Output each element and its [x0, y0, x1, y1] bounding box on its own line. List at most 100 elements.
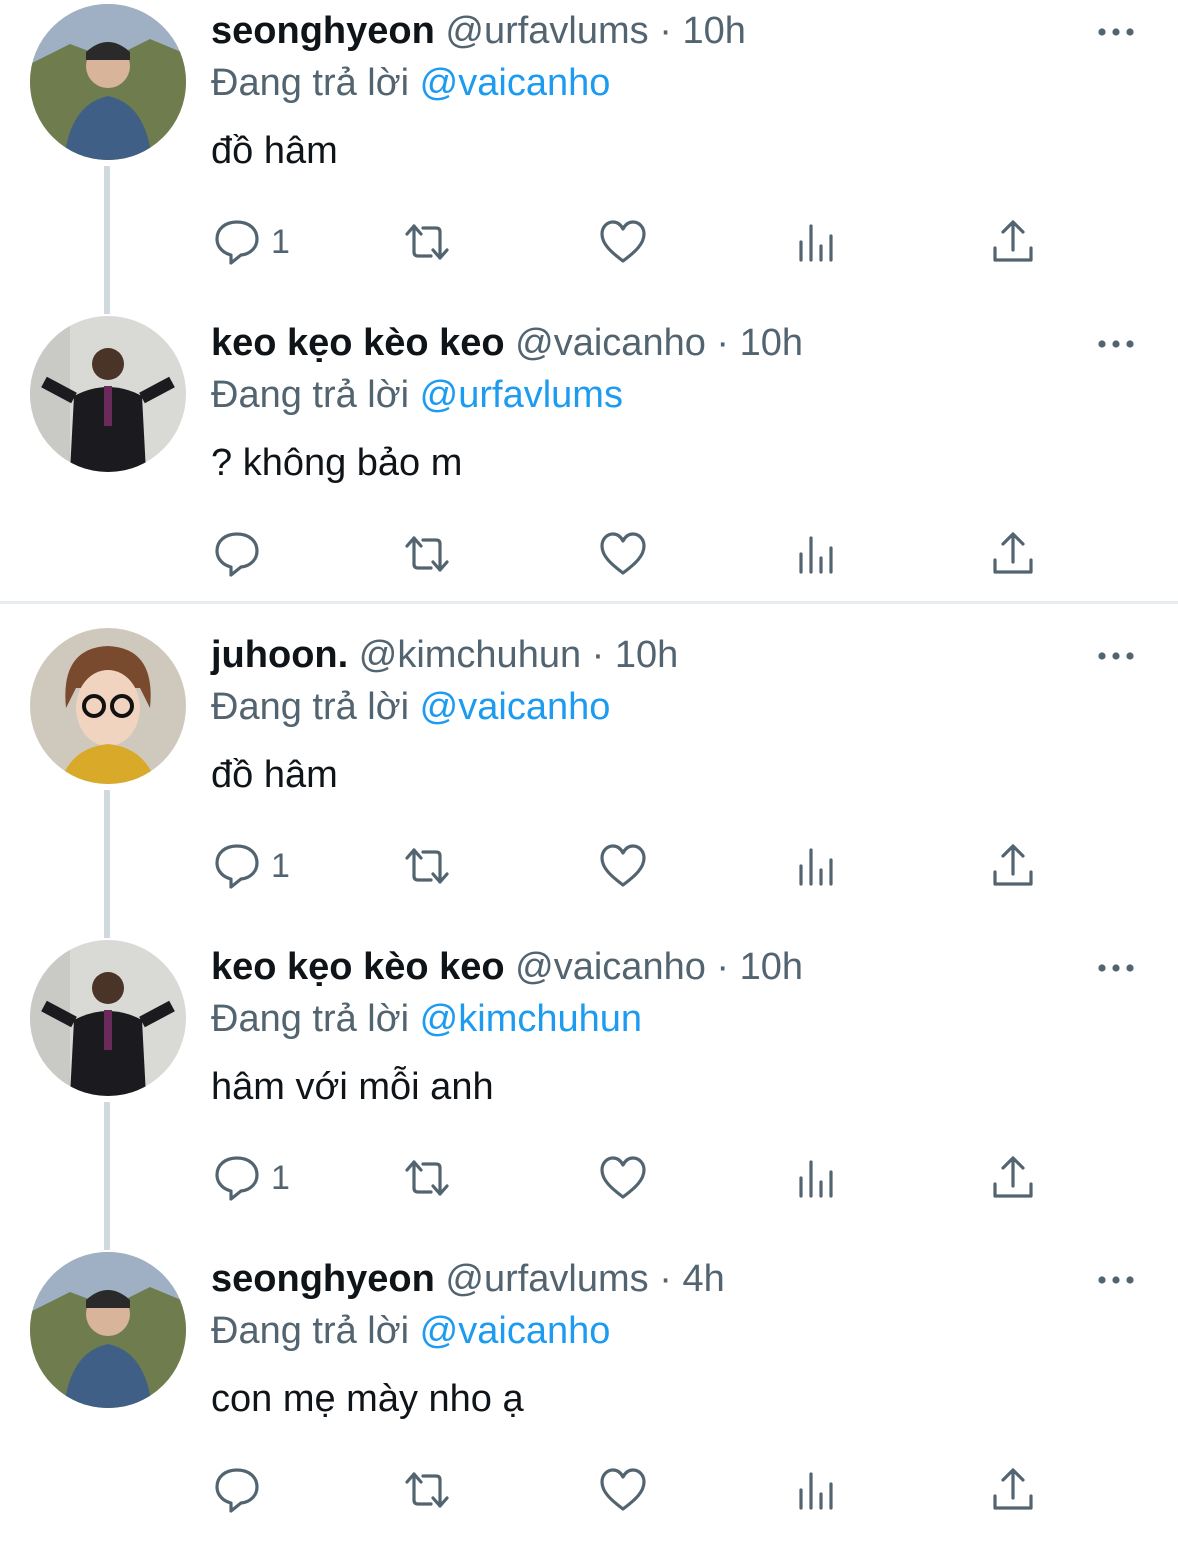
views-icon	[799, 536, 833, 574]
author-handle[interactable]: @vaicanho	[515, 322, 706, 364]
reply-button[interactable]	[211, 1460, 271, 1520]
reply-count: 1	[271, 1158, 290, 1197]
separator-dot: ·	[591, 634, 605, 676]
share-button[interactable]	[987, 836, 1039, 896]
retweet-button[interactable]	[401, 836, 453, 896]
more-icon[interactable]	[1096, 1270, 1136, 1290]
reply-button[interactable]: 1	[211, 212, 290, 272]
reply-icon	[215, 1468, 259, 1513]
author-handle[interactable]: @vaicanho	[515, 946, 706, 988]
like-button[interactable]	[597, 212, 649, 272]
author-name[interactable]: seonghyeon	[211, 10, 435, 52]
views-button[interactable]	[791, 1460, 843, 1520]
retweet-icon	[405, 848, 449, 884]
mention-link[interactable]: @kimchuhun	[420, 998, 642, 1040]
retweet-icon	[405, 224, 449, 260]
action-bar	[211, 524, 1111, 584]
mention-link[interactable]: @vaicanho	[420, 686, 611, 728]
reply-icon	[215, 844, 259, 889]
author-name[interactable]: keo kẹo kèo keo	[211, 946, 505, 988]
share-icon	[993, 220, 1033, 262]
author-name[interactable]: juhoon.	[211, 634, 348, 676]
replying-to-label: Đang trả lời	[211, 998, 410, 1040]
share-button[interactable]	[987, 524, 1039, 584]
avatar[interactable]	[30, 4, 186, 160]
more-icon[interactable]	[1096, 958, 1136, 978]
author-handle[interactable]: @kimchuhun	[359, 634, 581, 676]
separator-dot: ·	[659, 1258, 672, 1300]
replying-to: Đang trả lời @vaicanho	[211, 60, 610, 106]
like-button[interactable]	[597, 1460, 649, 1520]
views-button[interactable]	[791, 1148, 843, 1208]
share-icon	[993, 1468, 1033, 1510]
like-button[interactable]	[597, 1148, 649, 1208]
retweet-button[interactable]	[401, 1148, 453, 1208]
like-icon	[600, 532, 646, 575]
reply-button[interactable]	[211, 524, 271, 584]
like-button[interactable]	[597, 836, 649, 896]
views-icon	[799, 1472, 833, 1510]
share-button[interactable]	[987, 212, 1039, 272]
reply-button[interactable]: 1	[211, 836, 290, 896]
share-button[interactable]	[987, 1148, 1039, 1208]
like-button[interactable]	[597, 524, 649, 584]
action-bar	[211, 1460, 1111, 1520]
reply-icon	[215, 220, 259, 265]
action-bar: 1	[211, 1148, 1111, 1208]
views-button[interactable]	[791, 524, 843, 584]
reply-icon	[215, 1156, 259, 1201]
retweet-button[interactable]	[401, 524, 453, 584]
author-handle[interactable]: @urfavlums	[445, 10, 648, 52]
share-icon	[993, 844, 1033, 886]
views-icon	[799, 848, 833, 886]
author-handle[interactable]: @urfavlums	[445, 1258, 648, 1300]
avatar[interactable]	[30, 1252, 186, 1408]
separator-dot: ·	[659, 10, 672, 52]
replying-to-label: Đang trả lời	[211, 62, 410, 104]
author-name[interactable]: seonghyeon	[211, 1258, 435, 1300]
timestamp[interactable]: 10h	[740, 946, 803, 988]
mention-link[interactable]: @vaicanho	[420, 1310, 611, 1352]
avatar[interactable]	[30, 316, 186, 472]
avatar[interactable]	[30, 628, 186, 784]
timestamp[interactable]: 4h	[682, 1258, 724, 1300]
replying-to: Đang trả lời @vaicanho	[211, 684, 610, 730]
tweet-text: con mẹ mày nho ạ	[211, 1378, 524, 1420]
tweet[interactable]: juhoon. @kimchuhun · 10h Đang trả lời @v…	[0, 624, 1178, 936]
avatar[interactable]	[30, 940, 186, 1096]
mention-link[interactable]: @vaicanho	[420, 62, 611, 104]
reply-count: 1	[271, 846, 290, 885]
retweet-button[interactable]	[401, 212, 453, 272]
share-icon	[993, 1156, 1033, 1198]
replying-to-label: Đang trả lời	[211, 374, 410, 416]
replying-to: Đang trả lời @vaicanho	[211, 1308, 610, 1354]
reply-button[interactable]: 1	[211, 1148, 290, 1208]
like-icon	[600, 220, 646, 263]
timestamp[interactable]: 10h	[682, 10, 745, 52]
reply-icon	[215, 532, 259, 577]
views-button[interactable]	[791, 212, 843, 272]
tweet[interactable]: keo kẹo kèo keo @vaicanho · 10h Đang trả…	[0, 312, 1178, 624]
timestamp[interactable]: 10h	[740, 322, 803, 364]
share-button[interactable]	[987, 1460, 1039, 1520]
retweet-button[interactable]	[401, 1460, 453, 1520]
views-icon	[799, 224, 833, 262]
author-name[interactable]: keo kẹo kèo keo	[211, 322, 505, 364]
views-icon	[799, 1160, 833, 1198]
tweet[interactable]: keo kẹo kèo keo @vaicanho · 10h Đang trả…	[0, 936, 1178, 1248]
mention-link[interactable]: @urfavlums	[420, 374, 623, 416]
views-button[interactable]	[791, 836, 843, 896]
more-icon[interactable]	[1096, 646, 1136, 666]
replying-to-label: Đang trả lời	[211, 686, 410, 728]
separator-dot: ·	[716, 946, 730, 988]
like-icon	[600, 1468, 646, 1511]
retweet-icon	[405, 1472, 449, 1508]
more-icon[interactable]	[1096, 334, 1136, 354]
tweet-text: hâm với mỗi anh	[211, 1066, 494, 1108]
timestamp[interactable]: 10h	[615, 634, 678, 676]
tweet[interactable]: seonghyeon @urfavlums · 4h Đang trả lời …	[0, 1248, 1178, 1560]
tweet-text: ? không bảo m	[211, 442, 463, 484]
replying-to-label: Đang trả lời	[211, 1310, 410, 1352]
more-icon[interactable]	[1096, 22, 1136, 42]
tweet[interactable]: seonghyeon @urfavlums · 10h Đang trả lời…	[0, 0, 1178, 312]
